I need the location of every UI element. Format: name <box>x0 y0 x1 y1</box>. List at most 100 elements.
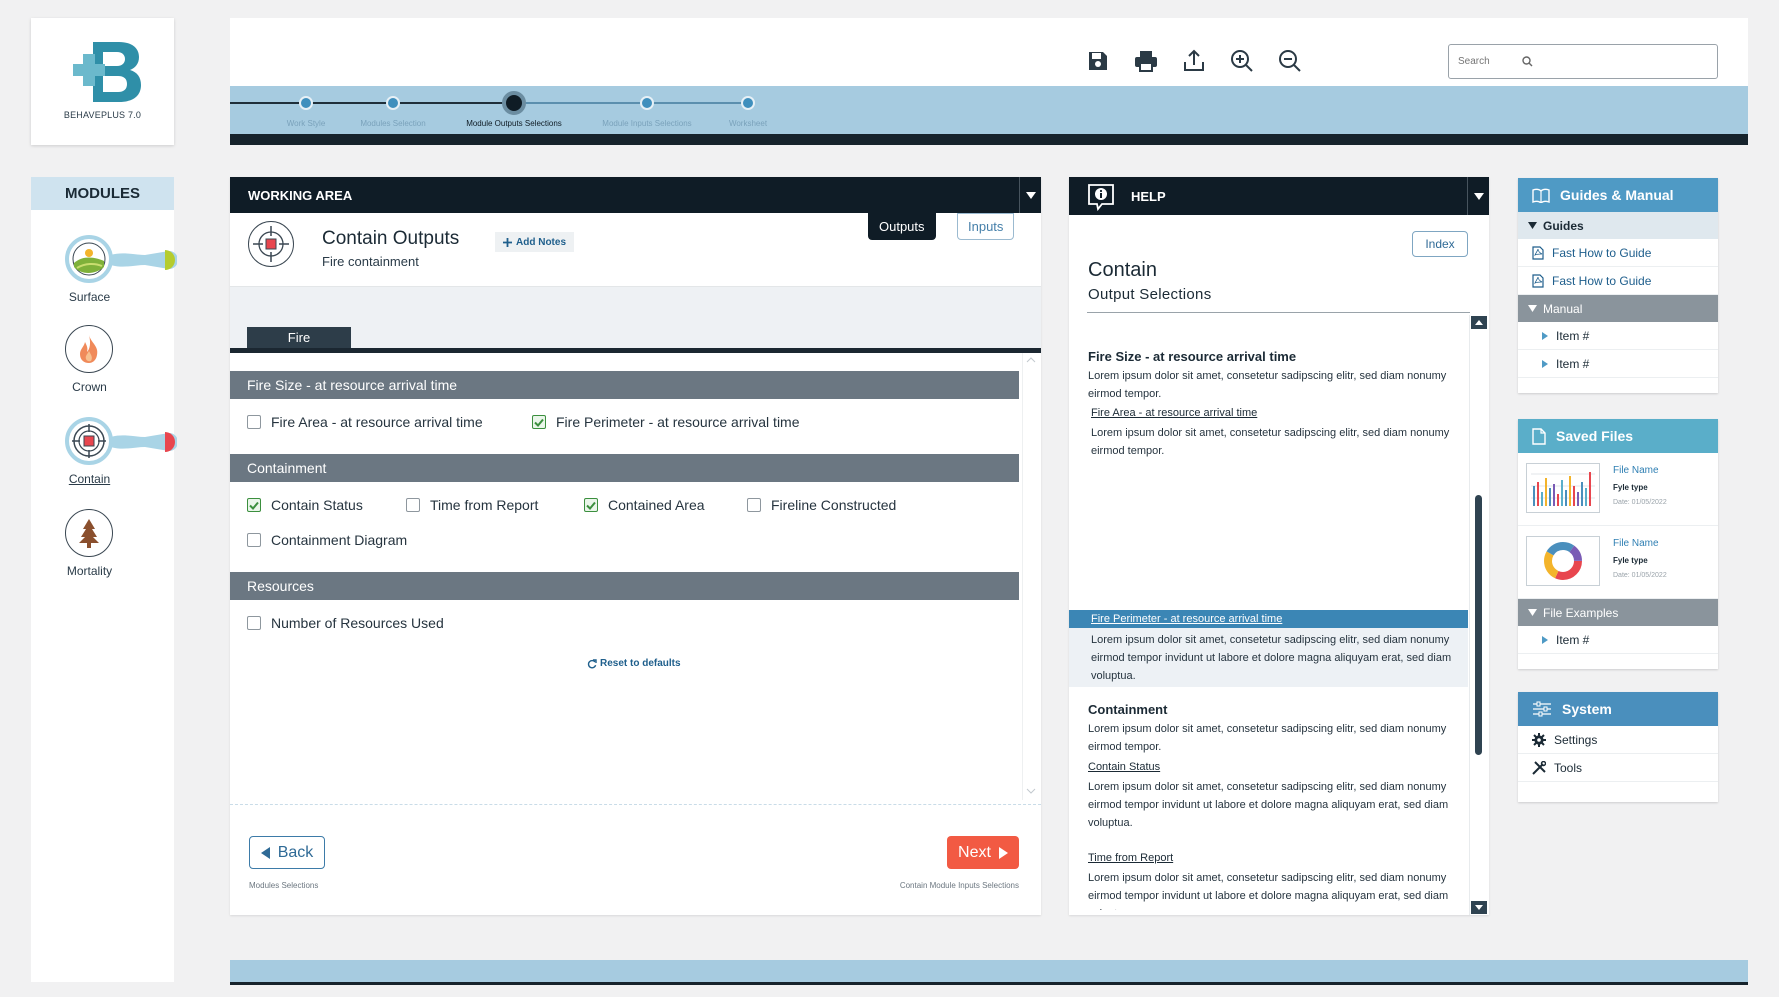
step-module-outputs-selections[interactable]: Module Outputs Selections <box>454 86 574 128</box>
help-paragraph: Lorem ipsum dolor sit amet, consetetur s… <box>1088 723 1447 753</box>
index-button[interactable]: Index <box>1412 231 1468 257</box>
save-button[interactable] <box>1083 46 1113 76</box>
module-mortality[interactable]: Mortality <box>31 509 174 589</box>
export-button[interactable] <box>1179 46 1209 76</box>
checkbox-box[interactable] <box>247 533 261 547</box>
plus-icon <box>503 237 512 247</box>
checkbox-containment-diagram[interactable]: Containment Diagram <box>247 532 407 548</box>
help-panel: HELP Index Contain Output Selections Fir… <box>1069 177 1489 915</box>
file-date: Date: 01/05/2022 <box>1613 572 1667 579</box>
back-button[interactable]: Back <box>249 836 325 869</box>
working-area-panel: WORKING AREA Contain Outputs Fire contai… <box>230 177 1041 915</box>
donut-chart-thumbnail-icon <box>1544 542 1582 580</box>
help-link-time-from-report[interactable]: Time from Report <box>1088 852 1173 864</box>
module-title: Contain Outputs <box>322 228 460 249</box>
help-link-contain-status[interactable]: Contain Status <box>1088 761 1160 773</box>
manual-item-label: Item # <box>1556 328 1590 343</box>
system-header[interactable]: System <box>1518 692 1718 726</box>
module-contain[interactable]: Contain <box>31 417 177 497</box>
settings-item[interactable]: Settings <box>1518 726 1718 754</box>
checkbox-box-checked[interactable] <box>247 498 261 512</box>
gear-icon <box>1532 732 1546 747</box>
help-paragraph: Lorem ipsum dolor sit amet, consetetur s… <box>1088 370 1447 400</box>
module-label: Surface <box>68 290 111 304</box>
checkbox-contained-area[interactable]: Contained Area <box>584 497 705 513</box>
help-link-fire-perimeter[interactable]: Fire Perimeter - at resource arrival tim… <box>1091 613 1282 625</box>
zoom-in-icon <box>1231 50 1253 72</box>
manual-item[interactable]: Item # <box>1518 322 1718 350</box>
working-area-collapse-button[interactable] <box>1019 177 1041 213</box>
help-divider <box>1087 312 1470 313</box>
checkbox-box[interactable] <box>247 616 261 630</box>
caret-down-icon <box>1473 192 1484 200</box>
guide-item[interactable]: Fast How to Guide <box>1518 267 1718 295</box>
help-section-fire-size: Fire Size - at resource arrival time <box>1088 349 1297 364</box>
file-example-item[interactable]: Item # <box>1518 626 1718 654</box>
checkbox-time-from-report[interactable]: Time from Report <box>406 497 538 513</box>
manual-group[interactable]: Manual <box>1518 295 1718 322</box>
saved-file-item[interactable]: File Name Fyle type Date: 01/05/2022 <box>1518 453 1718 526</box>
help-paragraph: Lorem ipsum dolor sit amet, consetetur s… <box>1091 634 1452 682</box>
module-crown[interactable]: Crown <box>31 325 174 405</box>
module-label: Crown <box>72 380 107 394</box>
step-modules-selection[interactable]: Modules Selection <box>333 86 453 128</box>
tab-fire[interactable]: Fire <box>247 327 351 348</box>
help-scroll-thumb[interactable] <box>1475 495 1482 755</box>
checkbox-box[interactable] <box>247 415 261 429</box>
outputs-toggle-button[interactable]: Outputs <box>868 213 936 240</box>
checkbox-box-checked[interactable] <box>532 415 546 429</box>
book-icon <box>1532 188 1550 203</box>
help-link-fire-area[interactable]: Fire Area - at resource arrival time <box>1091 407 1257 419</box>
help-scroll-down-button[interactable] <box>1471 901 1487 914</box>
saved-files-header[interactable]: Saved Files <box>1518 419 1718 453</box>
help-scrollbar[interactable] <box>1469 315 1487 915</box>
step-worksheet[interactable]: Worksheet <box>688 86 808 128</box>
step-label: Module Outputs Selections <box>466 119 562 128</box>
step-label: Worksheet <box>728 119 768 128</box>
caret-down-icon <box>1025 191 1036 199</box>
bottom-bar <box>230 960 1748 982</box>
checkbox-number-of-resources[interactable]: Number of Resources Used <box>247 615 444 631</box>
guides-manual-header[interactable]: Guides & Manual <box>1518 178 1718 212</box>
file-examples-group[interactable]: File Examples <box>1518 599 1718 626</box>
help-scroll-up-button[interactable] <box>1471 316 1487 329</box>
export-icon <box>1184 49 1204 71</box>
contain-icon <box>72 424 106 458</box>
file-examples-label: File Examples <box>1543 605 1619 620</box>
module-surface[interactable]: Surface <box>31 235 177 315</box>
working-area-scrollbar[interactable] <box>1022 353 1039 800</box>
next-caption: Contain Module Inputs Selections <box>899 881 1019 890</box>
checkbox-box[interactable] <box>406 498 420 512</box>
manual-item[interactable]: Item # <box>1518 350 1718 378</box>
search-box[interactable] <box>1448 44 1718 79</box>
tools-icon <box>1532 760 1546 775</box>
guides-group[interactable]: Guides <box>1518 212 1718 239</box>
tools-item[interactable]: Tools <box>1518 754 1718 782</box>
triangle-right-icon <box>1542 331 1548 340</box>
inputs-toggle-button[interactable]: Inputs <box>957 213 1015 240</box>
checkbox-fireline-constructed[interactable]: Fireline Constructed <box>747 497 896 513</box>
checkbox-fire-area[interactable]: Fire Area - at resource arrival time <box>247 414 483 430</box>
saved-file-item[interactable]: File Name Fyle type Date: 01/05/2022 <box>1518 526 1718 599</box>
print-button[interactable] <box>1131 46 1161 76</box>
surface-icon <box>72 242 106 276</box>
help-paragraph: Lorem ipsum dolor sit amet, consetetur s… <box>1091 427 1450 457</box>
next-button[interactable]: Next <box>947 836 1019 869</box>
file-date: Date: 01/05/2022 <box>1613 499 1667 506</box>
reset-to-defaults-link[interactable]: Reset to defaults <box>587 658 681 669</box>
checkbox-box-checked[interactable] <box>584 498 598 512</box>
section-fire-size: Fire Size - at resource arrival time <box>230 371 1019 399</box>
zoom-out-button[interactable] <box>1275 46 1305 76</box>
checkbox-fire-perimeter[interactable]: Fire Perimeter - at resource arrival tim… <box>532 414 800 430</box>
help-collapse-button[interactable] <box>1467 177 1489 215</box>
add-notes-button[interactable]: Add Notes <box>495 232 574 252</box>
search-input[interactable] <box>1458 56 1518 67</box>
scroll-down-icon <box>1026 788 1036 794</box>
checkbox-box[interactable] <box>747 498 761 512</box>
zoom-in-button[interactable] <box>1227 46 1257 76</box>
system-card: System Settings Tools <box>1518 692 1718 802</box>
crown-icon-circle <box>65 325 113 373</box>
guide-item[interactable]: Fast How to Guide <box>1518 239 1718 267</box>
checkbox-contain-status[interactable]: Contain Status <box>247 497 363 513</box>
scroll-down-icon <box>1475 905 1483 910</box>
